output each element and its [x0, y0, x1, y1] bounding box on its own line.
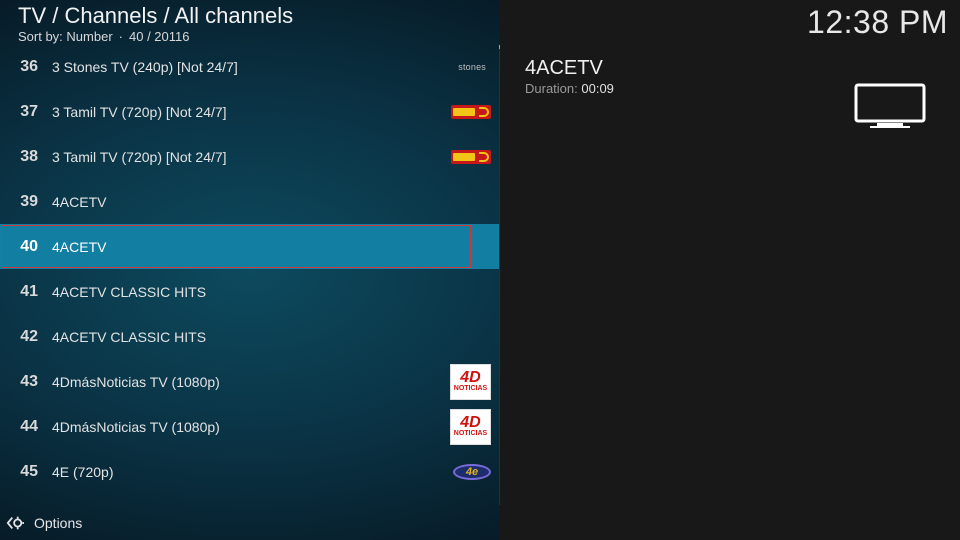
channel-row[interactable]: 43 4DmásNoticias TV (1080p) 4D NOTICIAS — [0, 359, 500, 404]
gear-icon — [6, 516, 24, 530]
channel-number: 40 — [20, 237, 38, 255]
channel-name: 4DmásNoticias TV (1080p) — [52, 373, 220, 390]
duration-value: 00:09 — [581, 81, 614, 96]
channel-number: 36 — [20, 57, 38, 75]
channel-name: 4DmásNoticias TV (1080p) — [52, 418, 220, 435]
channel-number: 44 — [20, 417, 38, 435]
channel-name: 4E (720p) — [52, 463, 114, 480]
stones-logo: stones — [458, 61, 486, 72]
logo-text-sub: NOTICIAS — [453, 385, 488, 392]
detail-duration: Duration: 00:09 — [525, 81, 614, 96]
logo-text-main: 4D — [460, 414, 481, 431]
channel-row[interactable]: 42 4ACETV CLASSIC HITS — [0, 314, 500, 359]
channel-name: 4ACETV — [52, 193, 107, 210]
sort-info: Sort by: Number · 40 / 20116 — [18, 29, 293, 44]
4e-logo: 4e — [453, 463, 491, 480]
sort-label[interactable]: Sort by: Number — [18, 29, 113, 44]
channel-name: 3 Stones TV (240p) [Not 24/7] — [52, 58, 238, 75]
4dmas-logo: 4D NOTICIAS — [450, 408, 491, 445]
list-position: 40 / 20116 — [129, 29, 190, 44]
channel-row[interactable]: 44 4DmásNoticias TV (1080p) 4D NOTICIAS — [0, 404, 500, 449]
options-button[interactable]: Options — [6, 514, 82, 532]
channel-number: 38 — [20, 147, 38, 165]
channel-row[interactable]: 37 3 Tamil TV (720p) [Not 24/7] — [0, 89, 500, 134]
breadcrumb: TV / Channels / All channels — [18, 3, 294, 28]
tv-channels-screen: TV / Channels / All channels Sort by: Nu… — [0, 0, 960, 540]
channel-number: 42 — [20, 327, 38, 345]
channel-row[interactable]: 45 4E (720p) 4e — [0, 449, 500, 494]
channel-number: 43 — [20, 372, 38, 390]
channel-row[interactable]: 39 4ACETV — [0, 179, 500, 224]
options-label: Options — [34, 515, 83, 531]
channel-list-pane: TV / Channels / All channels Sort by: Nu… — [0, 0, 500, 540]
logo-text-sub: NOTICIAS — [453, 430, 488, 437]
duration-label: Duration: — [525, 81, 578, 96]
channel-row[interactable]: 40 4ACETV — [0, 224, 500, 269]
detail-title: 4ACETV — [525, 57, 603, 79]
channel-name: 3 Tamil TV (720p) [Not 24/7] — [52, 148, 227, 165]
tamil-logo — [451, 149, 491, 164]
channel-number: 45 — [20, 462, 38, 480]
separator: · — [118, 29, 123, 44]
header: TV / Channels / All channels Sort by: Nu… — [18, 3, 294, 45]
channel-name: 4ACETV CLASSIC HITS — [52, 283, 207, 300]
tamil-logo — [451, 104, 491, 119]
logo-text-main: 4D — [460, 369, 481, 386]
channel-list: 36 3 Stones TV (240p) [Not 24/7] stones 37 3… — [0, 44, 500, 494]
channel-name: 3 Tamil TV (720p) [Not 24/7] — [52, 103, 227, 120]
channel-number: 37 — [20, 102, 38, 120]
channel-name: 4ACETV CLASSIC HITS — [52, 328, 207, 345]
channel-row[interactable]: 38 3 Tamil TV (720p) [Not 24/7] — [0, 134, 500, 179]
channel-detail: 4ACETV Duration: 00:09 — [525, 57, 614, 96]
channel-number: 39 — [20, 192, 38, 210]
4dmas-logo: 4D NOTICIAS — [450, 363, 491, 400]
clock: 12:38 PM — [807, 4, 948, 40]
channel-name: 4ACETV — [52, 238, 107, 255]
channel-row[interactable]: 41 4ACETV CLASSIC HITS — [0, 269, 500, 314]
channel-row[interactable]: 36 3 Stones TV (240p) [Not 24/7] stones — [0, 44, 500, 89]
tv-icon — [854, 83, 926, 128]
channel-number: 41 — [20, 282, 38, 300]
